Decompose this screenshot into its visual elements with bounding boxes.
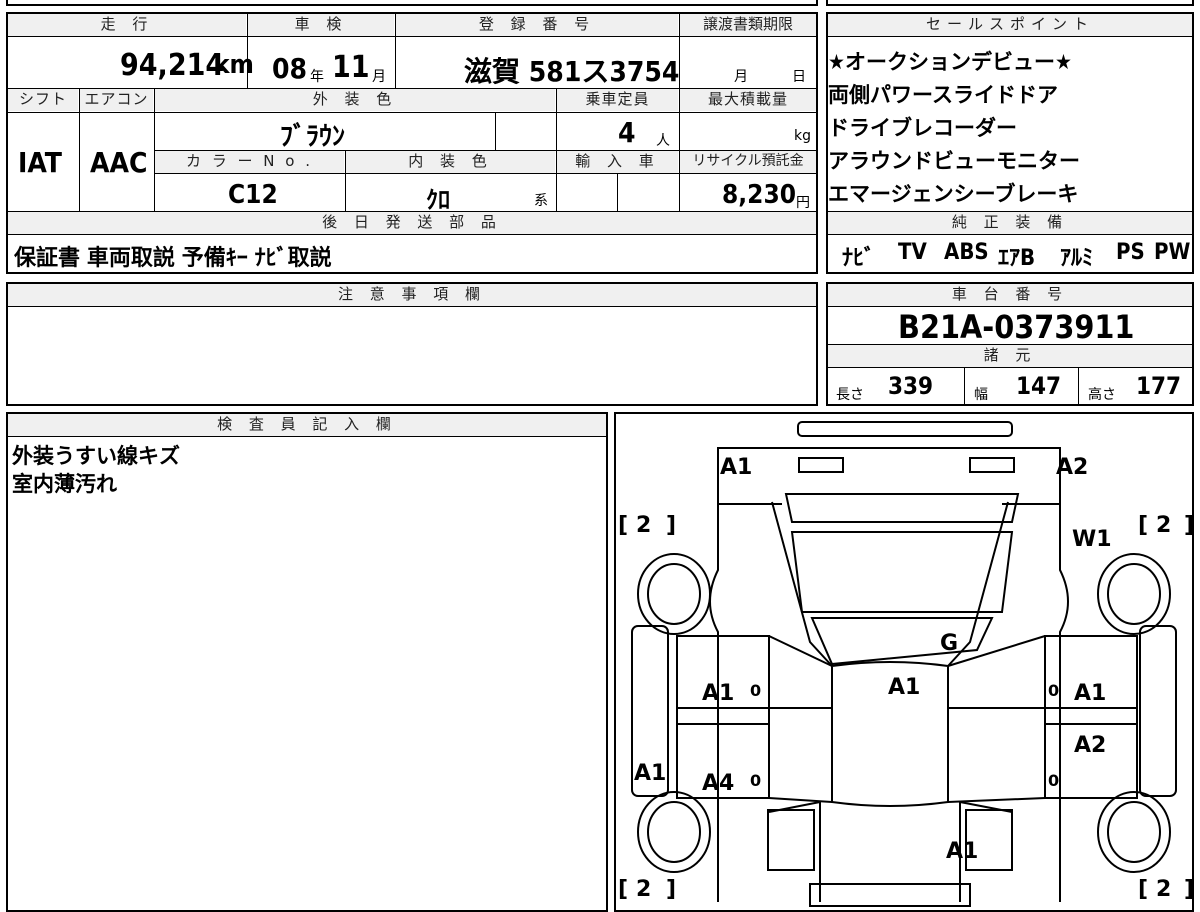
registration-value: 滋賀 581ス3754 [464, 55, 680, 88]
inspection-month: 11 [332, 50, 370, 85]
length-label: 長さ [836, 387, 864, 403]
mark-rear: A1 [946, 839, 978, 864]
mark-right-rear-door: A2 [1074, 733, 1106, 758]
sales-point-1: ★オークションデビュー★ [828, 50, 1072, 74]
inspector-line-1: 外装うすい線キズ [12, 444, 180, 468]
tire-bracket-rl-close: ] [666, 877, 676, 902]
mileage-unit: km [214, 50, 254, 80]
equipment-alloy: ｱﾙﾐ [1060, 246, 1094, 271]
header-chassis: 車 台 番 号 [828, 284, 1192, 306]
tire-mark-fl: 2 [636, 513, 651, 538]
interior-unit: 系 [534, 193, 548, 209]
top-strip [6, 0, 818, 6]
tire-bracket-rl: [ [618, 877, 628, 902]
mark-roof-glass: G [940, 631, 958, 656]
header-inspector: 検 査 員 記 入 欄 [8, 414, 606, 436]
recycle-value: 8,230 [722, 180, 796, 210]
inspection-month-unit: 月 [372, 69, 386, 85]
tire-bracket-fr-close: ] [1184, 513, 1192, 538]
header-interior: 内 装 色 [346, 151, 555, 173]
later-parts-value: 保証書 車両取説 予備ｷｰ ﾅﾋﾞ取説 [14, 246, 332, 271]
width-value: 147 [1016, 372, 1062, 400]
mileage-value: 94,214 [120, 48, 225, 83]
ac-value: AAC [90, 146, 148, 179]
tire-bracket-rr: [ [1138, 877, 1148, 902]
header-recycle: リサイクル預託金 [680, 151, 816, 173]
equipment-abs: ABS [944, 240, 989, 265]
tire-mark-fr: 2 [1156, 513, 1171, 538]
height-value: 177 [1136, 372, 1182, 400]
mark-left-front-door: A1 [702, 681, 734, 706]
capacity-unit: 人 [656, 133, 670, 149]
tire-bracket-fl-close: ] [666, 513, 676, 538]
header-spec: 諸 元 [828, 345, 1192, 367]
chassis-number: B21A-0373911 [898, 308, 1135, 346]
door-zero-2: 0 [750, 771, 761, 790]
header-import: 輸 入 車 [557, 151, 678, 173]
mark-front-right: A2 [1056, 455, 1088, 480]
header-mileage: 走 行 [8, 14, 246, 36]
header-capacity: 乗車定員 [557, 89, 678, 111]
equipment-ps: PS [1116, 240, 1145, 265]
color-no-value: C12 [228, 180, 278, 210]
header-shift: シフト [8, 89, 78, 111]
door-zero-4: 0 [1048, 771, 1059, 790]
equipment-pw: PW [1154, 240, 1191, 265]
capacity-value: 4 [618, 116, 636, 149]
width-label: 幅 [974, 387, 988, 403]
height-label: 高さ [1088, 387, 1116, 403]
mark-left-rear-door: A4 [702, 771, 734, 796]
door-zero-1: 0 [750, 681, 761, 700]
header-ac: エアコン [80, 89, 153, 111]
door-zero-3: 0 [1048, 681, 1059, 700]
exterior-value: ﾌﾞﾗｳﾝ [280, 122, 346, 152]
header-notes: 注 意 事 項 欄 [8, 284, 816, 306]
inspection-year-unit: 年 [310, 69, 324, 85]
inspection-year: 08 [272, 52, 308, 85]
load-unit: kg [794, 128, 811, 144]
transfer-day: 日 [792, 69, 806, 85]
header-inspection: 車 検 [248, 14, 394, 36]
header-load: 最大積載量 [680, 89, 816, 111]
tire-mark-rr: 2 [1156, 877, 1171, 902]
damage-diagram: [ ] [ ] [ ] [ ] 2 2 2 2 A1 A2 W1 G A1 A1… [614, 412, 1194, 912]
header-exterior: 外 装 色 [155, 89, 555, 111]
mark-front-left: A1 [720, 455, 752, 480]
sales-point-4: アラウンドビューモニター [828, 149, 1080, 173]
length-value: 339 [888, 372, 934, 400]
header-color-no: カ ラ ー N o . [155, 151, 344, 173]
tire-bracket-rr-close: ] [1184, 877, 1192, 902]
sales-point-2: 両側パワースライドドア [828, 83, 1058, 107]
mark-windshield: W1 [1072, 527, 1112, 552]
recycle-unit: 円 [796, 195, 810, 211]
tire-bracket-fl: [ [618, 513, 628, 538]
tire-bracket-fr: [ [1138, 513, 1148, 538]
header-transfer: 譲渡書類期限 [680, 14, 816, 36]
car-outline-diagram: [ ] [ ] [ ] [ ] 2 2 2 2 A1 A2 W1 G A1 A1… [618, 421, 1192, 907]
header-sales-point: セールスポイント [828, 14, 1192, 36]
tire-mark-rl: 2 [636, 877, 651, 902]
mark-right-front-door: A1 [1074, 681, 1106, 706]
header-equipment: 純 正 装 備 [828, 212, 1192, 234]
mark-roof: A1 [888, 675, 920, 700]
equipment-airbag: ｴｱB [998, 246, 1036, 271]
equipment-tv: TV [898, 240, 927, 265]
sales-point-3: ドライブレコーダー [828, 116, 1017, 140]
sales-point-5: エマージェンシーブレーキ [828, 182, 1079, 206]
top-strip-right [826, 0, 1194, 6]
shift-value: IAT [18, 146, 62, 179]
equipment-navi: ﾅﾋﾞ [842, 246, 876, 271]
mark-left-side: A1 [634, 761, 666, 786]
header-later-parts: 後 日 発 送 部 品 [8, 212, 816, 234]
inspector-line-2: 室内薄汚れ [12, 472, 117, 496]
transfer-month: 月 [734, 69, 748, 85]
interior-value: ｸﾛ [426, 186, 450, 214]
header-registration: 登 録 番 号 [396, 14, 678, 36]
